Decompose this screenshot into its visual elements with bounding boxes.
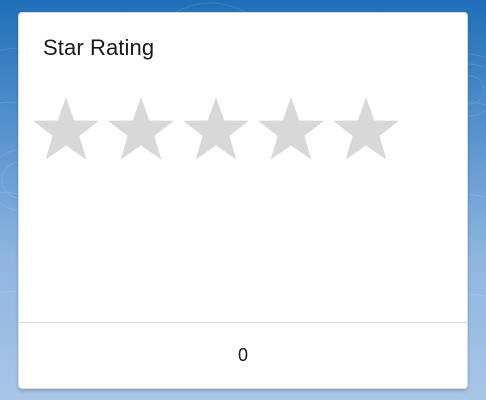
star-3-icon[interactable] bbox=[181, 95, 251, 165]
star-rating-input bbox=[31, 95, 401, 171]
card-footer: 0 bbox=[19, 322, 467, 388]
card-title: Star Rating bbox=[43, 35, 155, 60]
rating-value: 0 bbox=[237, 345, 248, 365]
star-rating-card: Star Rating 0 bbox=[18, 12, 468, 389]
star-4-icon[interactable] bbox=[256, 95, 326, 165]
star-2-icon[interactable] bbox=[106, 95, 176, 165]
star-5-icon[interactable] bbox=[331, 95, 401, 165]
star-1-icon[interactable] bbox=[31, 95, 101, 165]
